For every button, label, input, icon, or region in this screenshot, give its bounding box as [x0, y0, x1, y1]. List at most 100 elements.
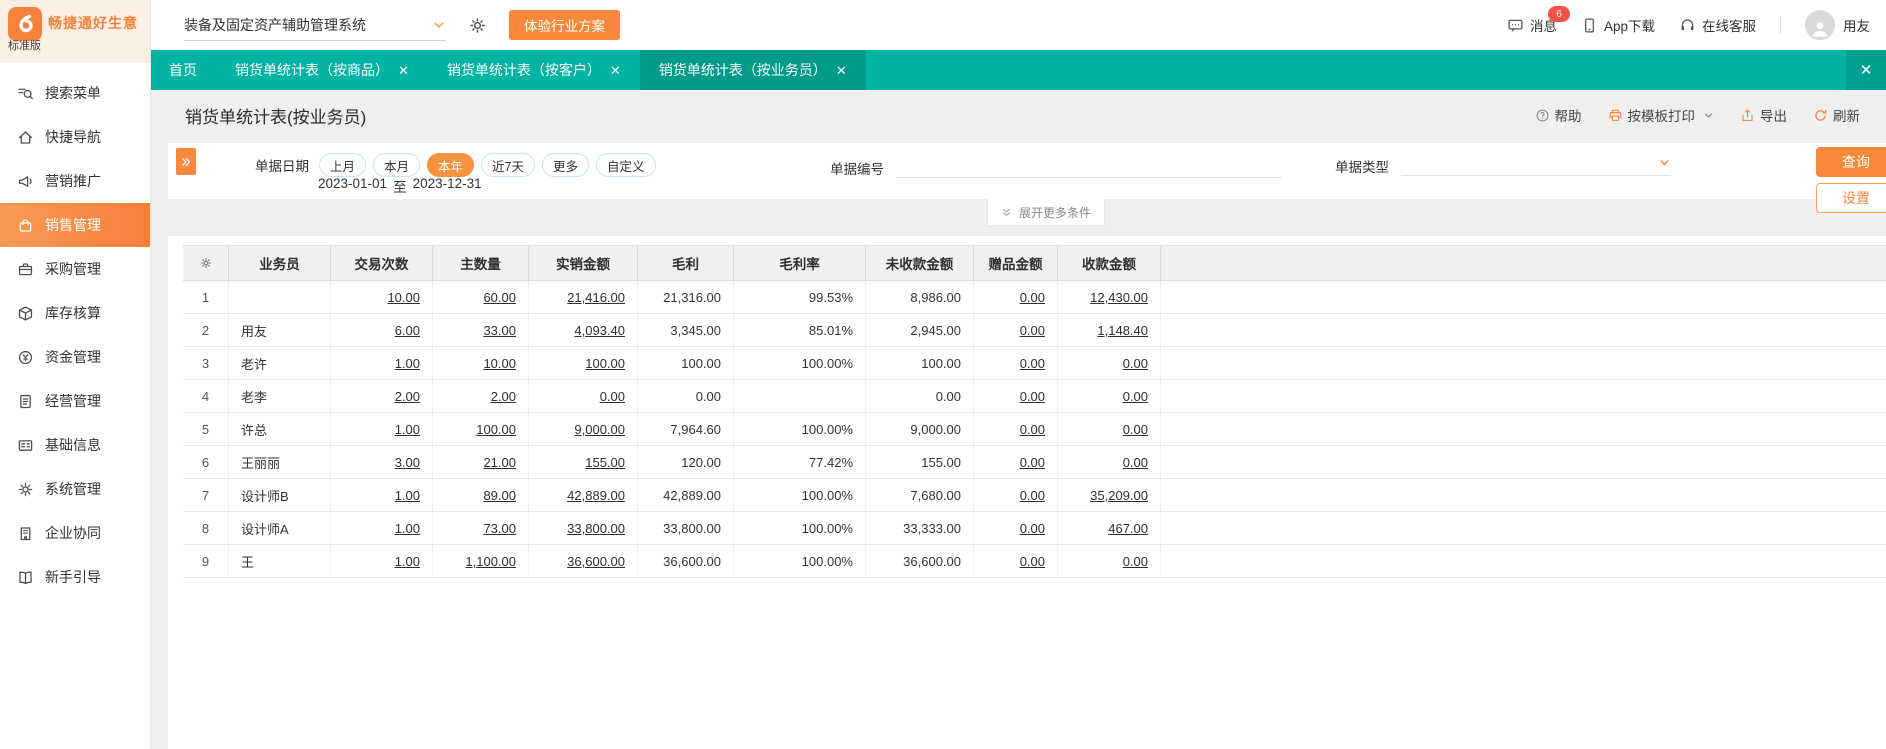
sidebar-item-sales[interactable]: 销售管理 — [0, 203, 150, 247]
cell-trades-link[interactable]: 10.00 — [387, 290, 420, 305]
column-settings-icon[interactable] — [199, 256, 213, 270]
sidebar-item-collaboration[interactable]: 企业协同 — [0, 511, 150, 555]
help-button[interactable]: 帮助 — [1535, 105, 1582, 125]
cell-trades-link[interactable]: 3.00 — [395, 455, 420, 470]
cell-trades-link[interactable]: 1.00 — [395, 422, 420, 437]
cell-trades-link[interactable]: 1.00 — [395, 488, 420, 503]
cell-gift-link[interactable]: 0.00 — [1020, 323, 1045, 338]
cell-sales-link[interactable]: 4,093.40 — [574, 323, 625, 338]
gear-icon[interactable] — [468, 16, 487, 35]
cell-qty-link[interactable]: 21.00 — [483, 455, 516, 470]
cell-sales-link[interactable]: 36,600.00 — [567, 554, 625, 569]
column-header[interactable]: 收款金额 — [1058, 246, 1161, 280]
doc-type-select[interactable] — [1401, 151, 1671, 176]
tab-close-icon[interactable]: ✕ — [610, 64, 621, 77]
cell-qty-link[interactable]: 73.00 — [483, 521, 516, 536]
date-pill-更多[interactable]: 更多 — [542, 153, 590, 177]
cell-received-link[interactable]: 467.00 — [1108, 521, 1148, 536]
tab-by-product[interactable]: 销货单统计表（按商品） ✕ — [216, 50, 428, 90]
cell-qty-link[interactable]: 10.00 — [483, 356, 516, 371]
cell-received-link[interactable]: 0.00 — [1123, 422, 1148, 437]
date-pill-自定义[interactable]: 自定义 — [596, 153, 656, 177]
cell-qty-link[interactable]: 2.00 — [491, 389, 516, 404]
sidebar-item-guide[interactable]: 新手引导 — [0, 555, 150, 599]
sidebar-item-search-menu[interactable]: 搜索菜单 — [0, 71, 150, 115]
print-by-template-button[interactable]: 按模板打印 — [1608, 105, 1715, 125]
user-menu[interactable]: 用友 — [1805, 10, 1870, 40]
column-header[interactable]: 交易次数 — [331, 246, 433, 280]
cell-gift-link[interactable]: 0.00 — [1020, 290, 1045, 305]
cell-qty-link[interactable]: 1,100.00 — [465, 554, 516, 569]
trial-solution-button[interactable]: 体验行业方案 — [509, 10, 620, 40]
cell-qty-link[interactable]: 60.00 — [483, 290, 516, 305]
cell-sales-link[interactable]: 155.00 — [585, 455, 625, 470]
cell-gift-link[interactable]: 0.00 — [1020, 455, 1045, 470]
export-button[interactable]: 导出 — [1740, 105, 1787, 125]
settings-button[interactable]: 设置 — [1816, 183, 1886, 213]
cell-sales-link[interactable]: 42,889.00 — [567, 488, 625, 503]
cell-sales-link[interactable]: 9,000.00 — [574, 422, 625, 437]
tab-by-salesman[interactable]: 销货单统计表（按业务员） ✕ — [639, 50, 866, 90]
query-button[interactable]: 查询 — [1816, 147, 1886, 177]
cell-sales-link[interactable]: 100.00 — [585, 356, 625, 371]
date-pill-本月[interactable]: 本月 — [373, 153, 421, 177]
date-range[interactable]: 2023-01-01 至 2023-12-31 — [318, 176, 482, 196]
cell-gift-link[interactable]: 0.00 — [1020, 422, 1045, 437]
date-pill-上月[interactable]: 上月 — [319, 153, 367, 177]
close-all-tabs-button[interactable]: ✕ — [1846, 50, 1886, 90]
cell-sales-link[interactable]: 33,800.00 — [567, 521, 625, 536]
cell-sales-link[interactable]: 21,416.00 — [567, 290, 625, 305]
column-header[interactable]: 毛利率 — [734, 246, 866, 280]
cell-received-link[interactable]: 35,209.00 — [1090, 488, 1148, 503]
column-header[interactable]: 毛利 — [638, 246, 734, 280]
cell-received-link[interactable]: 0.00 — [1123, 554, 1148, 569]
cell-received-link[interactable]: 0.00 — [1123, 455, 1148, 470]
cell-qty-link[interactable]: 100.00 — [476, 422, 516, 437]
messages-button[interactable]: 消息 6 — [1507, 6, 1570, 35]
cell-trades-link[interactable]: 1.00 — [395, 554, 420, 569]
column-header[interactable]: 实销金额 — [529, 246, 638, 280]
sidebar-item-purchase[interactable]: 采购管理 — [0, 247, 150, 291]
sidebar-item-quick-nav[interactable]: 快捷导航 — [0, 115, 150, 159]
chevron-down-icon[interactable] — [1703, 110, 1714, 121]
date-start[interactable]: 2023-01-01 — [318, 176, 387, 196]
tab-by-customer[interactable]: 销货单统计表（按客户） ✕ — [428, 50, 640, 90]
column-header[interactable]: 业务员 — [229, 246, 331, 280]
tab-close-icon[interactable]: ✕ — [398, 64, 409, 77]
cell-trades-link[interactable]: 2.00 — [395, 389, 420, 404]
sidebar-item-funds[interactable]: 资金管理 — [0, 335, 150, 379]
date-pill-近7天[interactable]: 近7天 — [481, 153, 535, 177]
date-pill-本年[interactable]: 本年 — [427, 153, 475, 177]
expand-more-conditions[interactable]: 展开更多条件 — [987, 199, 1106, 226]
cell-gift-link[interactable]: 0.00 — [1020, 389, 1045, 404]
sidebar-item-base-info[interactable]: 基础信息 — [0, 423, 150, 467]
sidebar-item-marketing[interactable]: 营销推广 — [0, 159, 150, 203]
cell-received-link[interactable]: 0.00 — [1123, 389, 1148, 404]
cell-received-link[interactable]: 12,430.00 — [1090, 290, 1148, 305]
column-header[interactable]: 主数量 — [433, 246, 529, 280]
cell-gift-link[interactable]: 0.00 — [1020, 356, 1045, 371]
tab-home[interactable]: 首页 — [150, 50, 216, 90]
column-header[interactable]: 赠品金额 — [974, 246, 1058, 280]
date-end[interactable]: 2023-12-31 — [413, 176, 482, 196]
sidebar-item-system[interactable]: 系统管理 — [0, 467, 150, 511]
cell-sales-link[interactable]: 0.00 — [600, 389, 625, 404]
cell-trades-link[interactable]: 6.00 — [395, 323, 420, 338]
cell-received-link[interactable]: 1,148.40 — [1097, 323, 1148, 338]
sidebar-item-operations[interactable]: 经营管理 — [0, 379, 150, 423]
sidebar-item-inventory[interactable]: 库存核算 — [0, 291, 150, 335]
cell-received-link[interactable]: 0.00 — [1123, 356, 1148, 371]
cell-trades-link[interactable]: 1.00 — [395, 356, 420, 371]
cell-gift-link[interactable]: 0.00 — [1020, 554, 1045, 569]
cell-gift-link[interactable]: 0.00 — [1020, 488, 1045, 503]
collapse-filter-button[interactable] — [176, 148, 196, 175]
app-download-button[interactable]: App下载 — [1581, 15, 1655, 35]
system-select[interactable]: 装备及固定资产辅助管理系统 — [184, 10, 446, 41]
refresh-button[interactable]: 刷新 — [1813, 105, 1860, 125]
column-header[interactable]: 未收款金额 — [866, 246, 974, 280]
cell-qty-link[interactable]: 89.00 — [483, 488, 516, 503]
cell-trades-link[interactable]: 1.00 — [395, 521, 420, 536]
tab-close-icon[interactable]: ✕ — [836, 64, 847, 77]
cell-qty-link[interactable]: 33.00 — [483, 323, 516, 338]
doc-no-input[interactable] — [896, 151, 1282, 178]
